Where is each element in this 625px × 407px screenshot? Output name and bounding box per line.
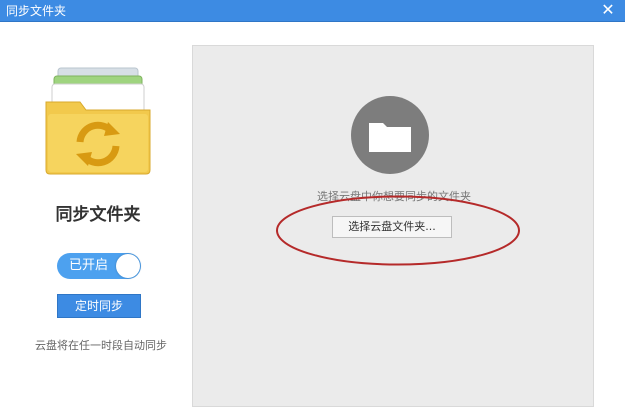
folder-icon (351, 96, 429, 174)
sync-toggle[interactable]: 已开启 (57, 253, 141, 279)
title-bar: 同步文件夹 ✕ (0, 0, 625, 22)
auto-sync-text: 云盘将在任一时段自动同步 (35, 339, 167, 352)
close-icon[interactable]: ✕ (599, 1, 617, 19)
window-title: 同步文件夹 (6, 4, 67, 18)
red-ellipse-annotation (276, 195, 520, 266)
folder-title: 同步文件夹 (55, 205, 141, 225)
toggle-knob[interactable] (116, 254, 140, 278)
toggle-label: 已开启 (69, 258, 109, 273)
sync-folder-icon (45, 67, 151, 175)
schedule-sync-button[interactable]: 定时同步 (57, 294, 141, 318)
